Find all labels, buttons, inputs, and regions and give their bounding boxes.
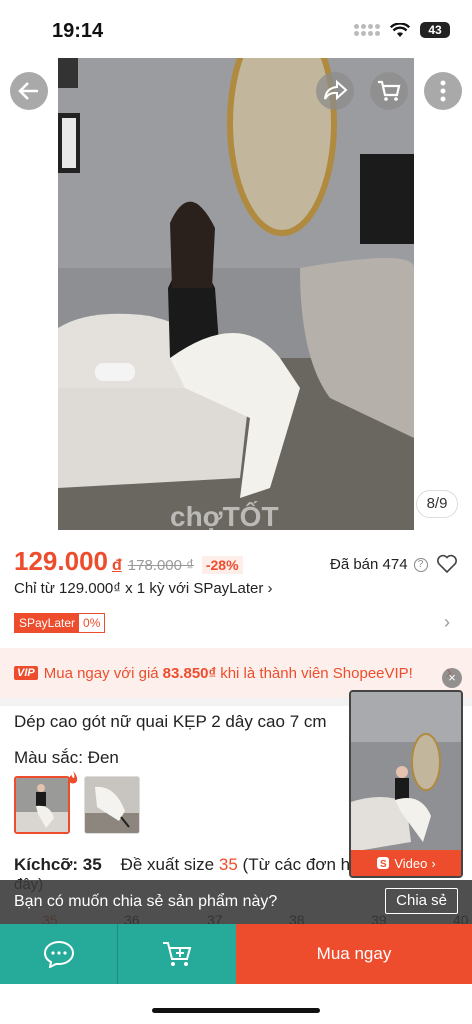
cart-button[interactable]: [370, 72, 408, 110]
share-now-button[interactable]: Chia sẻ: [385, 888, 458, 914]
discount-badge: -28%: [201, 556, 243, 574]
vip-tag: VIP: [14, 666, 38, 680]
chat-icon: [43, 940, 74, 968]
share-prompt: Bạn có muốn chia sẻ sản phẩm này? Chia s…: [0, 880, 472, 924]
share-prompt-message: Bạn có muốn chia sẻ sản phẩm này?: [14, 893, 278, 910]
signal-icon: [354, 24, 380, 36]
shopee-video-icon: S: [377, 857, 390, 870]
home-indicator: [152, 1008, 320, 1013]
size-suggest-prefix: Đề xuất size: [120, 855, 215, 874]
status-time: 19:14: [52, 20, 104, 42]
buy-now-button[interactable]: Mua ngay: [236, 924, 472, 984]
size-suggest-suffix: (Từ các đơn h: [242, 855, 351, 874]
back-button[interactable]: [10, 72, 48, 110]
price-row: 129.000 đ 178.000 ₫ -28%: [14, 546, 243, 577]
product-page: 19:14 43 chợTỐT 8/9 129.000 đ 178.000 ₫ …: [0, 0, 472, 1024]
chat-button[interactable]: [0, 924, 118, 984]
more-icon: [440, 80, 446, 102]
original-price: 178.000 ₫: [127, 557, 194, 574]
share-button[interactable]: [316, 72, 354, 110]
color-option-white[interactable]: [84, 776, 140, 834]
vip-price: 83.850₫: [162, 664, 217, 682]
share-icon: [324, 79, 348, 101]
bottom-action-bar: Mua ngay: [0, 924, 472, 984]
size-label: Kíchcỡ: 35: [14, 855, 102, 874]
sold-count: Đã bán 474 ?: [330, 556, 428, 573]
spaylater-rate: 0%: [83, 616, 101, 630]
battery-icon: 43: [420, 22, 450, 38]
svg-text:S: S: [380, 859, 387, 870]
image-counter: 8/9: [416, 490, 458, 518]
current-price: 129.000: [14, 546, 108, 576]
chevron-right-icon[interactable]: ›: [444, 612, 450, 633]
video-label: Video: [394, 855, 428, 871]
heart-icon[interactable]: [436, 554, 458, 574]
add-to-cart-button[interactable]: [118, 924, 236, 984]
wifi-icon: [390, 22, 410, 37]
vip-text-after: khi là thành viên ShopeeVIP!: [220, 664, 413, 682]
fire-icon: [68, 771, 78, 784]
vip-text-before: Mua ngay với giá: [43, 664, 159, 682]
chevron-right-icon: ›: [267, 580, 273, 597]
add-cart-icon: [163, 942, 192, 966]
video-label-bar[interactable]: S Video ›: [351, 850, 461, 876]
chevron-right-icon: ›: [431, 855, 436, 871]
size-suggest-value: 35: [218, 855, 238, 874]
installment-link[interactable]: Chỉ từ 129.000₫ x 1 kỳ với SPayLater ›: [14, 580, 273, 597]
color-option-black[interactable]: [14, 776, 70, 834]
watermark: chợTỐT: [170, 500, 279, 530]
color-label: Màu sắc: Đen: [14, 748, 119, 767]
close-video-button[interactable]: ×: [442, 668, 462, 688]
product-title: Dép cao gót nữ quai KẸP 2 dây cao 7 cm: [14, 712, 327, 731]
spaylater-badge[interactable]: SPayLater 0%: [14, 613, 106, 633]
help-icon[interactable]: ?: [413, 557, 428, 572]
spaylater-brand: SPayLater: [15, 614, 80, 632]
cart-icon: [378, 80, 401, 101]
floating-video[interactable]: S Video ›: [349, 690, 463, 878]
status-bar: 19:14 43: [0, 0, 472, 58]
back-arrow-icon: [18, 82, 38, 100]
sold-text: Đã bán 474: [330, 556, 408, 573]
status-icons: 43: [354, 22, 450, 38]
product-image[interactable]: chợTỐT: [0, 58, 472, 530]
more-button[interactable]: [424, 72, 462, 110]
currency-symbol: đ: [111, 557, 122, 574]
installment-text: Chỉ từ 129.000₫ x 1 kỳ với SPayLater: [14, 580, 264, 597]
size-label-row: Kíchcỡ: 35 Đề xuất size 35 (Từ các đơn h: [14, 855, 350, 875]
